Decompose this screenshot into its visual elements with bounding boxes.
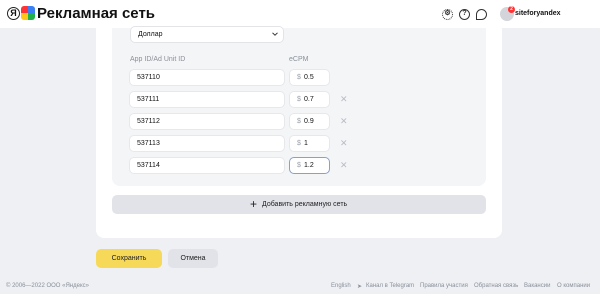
ecpm-input[interactable] (289, 135, 330, 152)
currency-symbol: $ (297, 140, 301, 147)
top-header: Я Рекламная сеть ⚙ ? 2 siteforyandex (0, 0, 600, 28)
currency-symbol: $ (297, 96, 301, 103)
footer-link-english[interactable]: English (331, 283, 351, 289)
ecpm-value: 1.2 (304, 162, 314, 169)
currency-symbol: $ (297, 118, 301, 125)
currency-select-value: Доллар (138, 31, 163, 38)
question-icon[interactable]: ? (459, 9, 470, 20)
remove-row-icon[interactable]: ✕ (340, 139, 348, 148)
currency-symbol: $ (297, 162, 301, 169)
footer-link-rules[interactable]: Правила участия (420, 283, 468, 289)
remove-row-icon[interactable]: ✕ (340, 161, 348, 170)
app-id-value: 537110 (137, 74, 160, 81)
footer-link-telegram[interactable]: Канал в Telegram (366, 283, 414, 289)
app-id-value: 537112 (137, 118, 160, 125)
notification-badge: 2 (508, 6, 515, 13)
footer-link-feedback[interactable]: Обратная связь (474, 283, 518, 289)
footer-link-vacancies[interactable]: Вакансии (524, 283, 550, 289)
save-button[interactable]: Сохранить (96, 249, 162, 268)
footer-copyright: © 2006—2022 ООО «Яндекс» (6, 283, 89, 289)
currency-symbol: $ (297, 74, 301, 81)
ecpm-value: 0.7 (304, 96, 314, 103)
cancel-button[interactable]: Отмена (168, 249, 218, 268)
add-ad-network-label: Добавить рекламную сеть (262, 201, 348, 208)
chevron-down-icon (272, 32, 278, 36)
remove-row-icon[interactable]: ✕ (340, 95, 348, 104)
telegram-icon: ➤ (357, 284, 363, 290)
ecpm-value: 0.9 (304, 118, 314, 125)
ecpm-column-label: eCPM (289, 56, 309, 63)
username[interactable]: siteforyandex (515, 10, 561, 17)
chat-bubble-icon[interactable] (476, 9, 487, 20)
remove-row-icon[interactable]: ✕ (340, 117, 348, 126)
ad-network-logo-icon (21, 6, 35, 20)
service-title[interactable]: Рекламная сеть (37, 5, 155, 22)
footer-link-about[interactable]: О компании (557, 283, 590, 289)
plus-icon: + (250, 197, 258, 211)
app-id-column-label: App ID/Ad Unit ID (130, 56, 186, 63)
ecpm-value: 1 (304, 140, 308, 147)
app-id-value: 537111 (137, 96, 160, 103)
ecpm-value: 0.5 (304, 74, 314, 81)
gear-icon[interactable]: ⚙ (442, 9, 453, 20)
app-id-value: 537113 (137, 140, 160, 147)
yandex-logo-icon[interactable]: Я (7, 7, 20, 20)
app-id-value: 537114 (137, 162, 160, 169)
